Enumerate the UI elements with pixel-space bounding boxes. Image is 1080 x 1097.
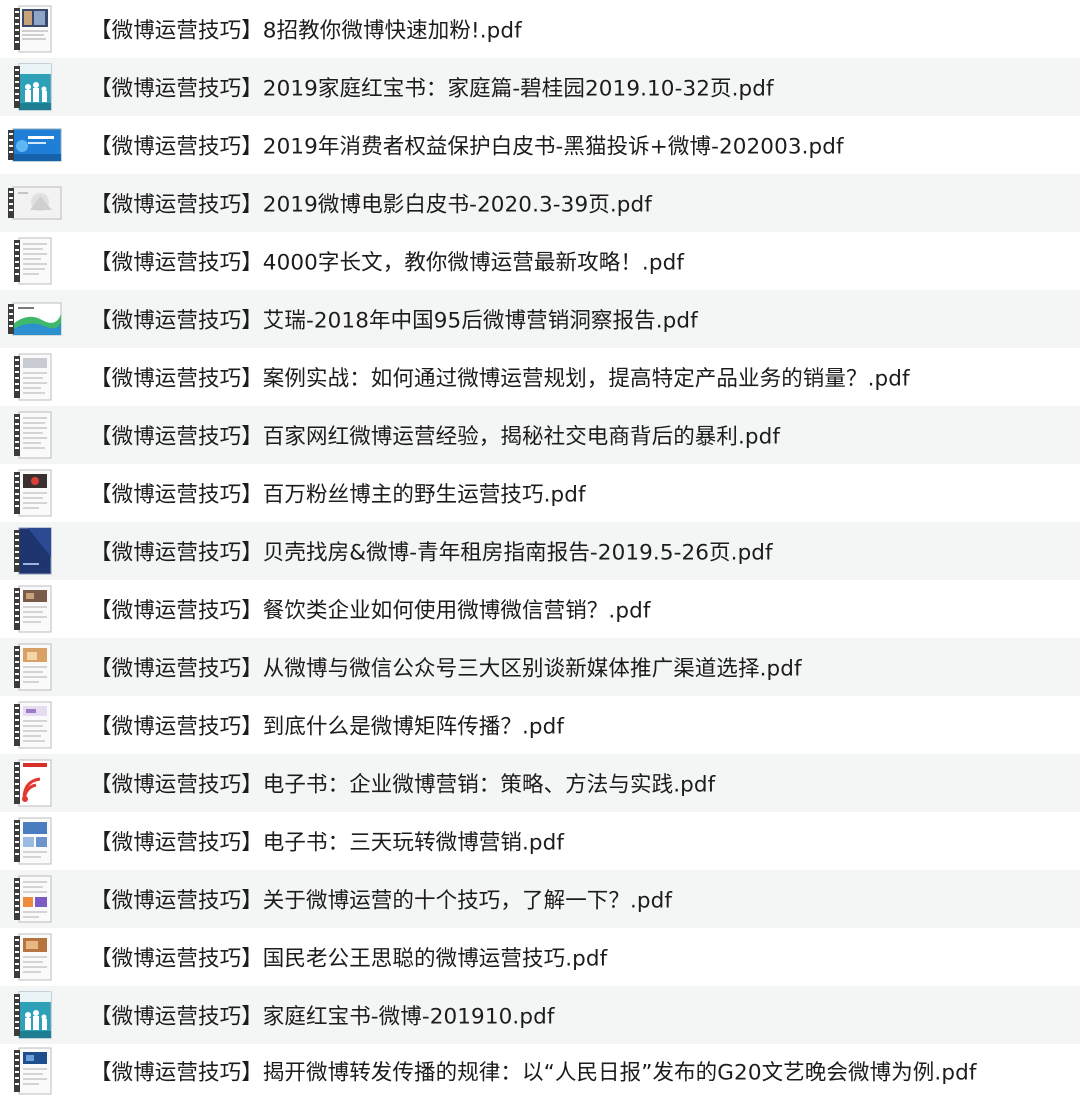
navy-cover-icon [14, 527, 52, 575]
file-row[interactable]: 【微博运营技巧】家庭红宝书-微博-201910.pdf [0, 986, 1080, 1044]
file-name: 【微博运营技巧】艾瑞-2018年中国95后微博营销洞察报告.pdf [90, 308, 698, 334]
file-list: 【微博运营技巧】8招教你微博快速加粉!.pdf 【微博运营技巧】2019家庭红宝… [0, 0, 1080, 1097]
file-name: 【微博运营技巧】电子书：三天玩转微博营销.pdf [90, 830, 565, 856]
file-name: 【微博运营技巧】8招教你微博快速加粉!.pdf [90, 18, 522, 44]
text-document-icon [14, 237, 52, 285]
file-row[interactable]: 【微博运营技巧】餐饮类企业如何使用微博微信营销？.pdf [0, 580, 1080, 638]
file-name: 【微博运营技巧】从微博与微信公众号三大区别谈新媒体推广渠道选择.pdf [90, 656, 802, 682]
file-row[interactable]: 【微博运营技巧】案例实战：如何通过微博运营规划，提高特定产品业务的销量？.pdf [0, 348, 1080, 406]
file-name: 【微博运营技巧】2019微博电影白皮书-2020.3-39页.pdf [90, 192, 652, 218]
file-name: 【微博运营技巧】案例实战：如何通过微博运营规划，提高特定产品业务的销量？.pdf [90, 366, 910, 392]
file-row[interactable]: 【微博运营技巧】百万粉丝博主的野生运营技巧.pdf [0, 464, 1080, 522]
file-name: 【微博运营技巧】关于微博运营的十个技巧，了解一下？.pdf [90, 888, 673, 914]
file-row[interactable]: 【微博运营技巧】关于微博运营的十个技巧，了解一下？.pdf [0, 870, 1080, 928]
text-document-icon [14, 353, 52, 401]
text-document-icon [14, 411, 52, 459]
file-row[interactable]: 【微博运营技巧】百家网红微博运营经验，揭秘社交电商背后的暴利.pdf [0, 406, 1080, 464]
file-name: 【微博运营技巧】贝壳找房&微博-青年租房指南报告-2019.5-26页.pdf [90, 540, 773, 566]
colorful-document-icon [14, 875, 52, 923]
file-name: 【微博运营技巧】百家网红微博运营经验，揭秘社交电商背后的暴利.pdf [90, 424, 781, 450]
file-name: 【微博运营技巧】4000字长文，教你微博运营最新攻略！.pdf [90, 250, 685, 276]
family-cover-icon [14, 63, 52, 111]
portrait-photo-icon [14, 5, 52, 53]
red-photo-document-icon [14, 469, 52, 517]
warm-photo-document-icon [14, 643, 52, 691]
photo-document-icon [14, 585, 52, 633]
purple-document-icon [14, 701, 52, 749]
dark-blue-document-icon [14, 1047, 52, 1095]
file-row[interactable]: 【微博运营技巧】8招教你微博快速加粉!.pdf [0, 0, 1080, 58]
file-row[interactable]: 【微博运营技巧】电子书：企业微博营销：策略、方法与实践.pdf [0, 754, 1080, 812]
file-name: 【微博运营技巧】2019家庭红宝书：家庭篇-碧桂园2019.10-32页.pdf [90, 76, 774, 102]
file-row[interactable]: 【微博运营技巧】贝壳找房&微博-青年租房指南报告-2019.5-26页.pdf [0, 522, 1080, 580]
file-row[interactable]: 【微博运营技巧】国民老公王思聪的微博运营技巧.pdf [0, 928, 1080, 986]
file-name: 【微博运营技巧】国民老公王思聪的微博运营技巧.pdf [90, 946, 608, 972]
green-landscape-icon [8, 302, 62, 336]
file-name: 【微博运营技巧】家庭红宝书-微博-201910.pdf [90, 1004, 555, 1030]
file-row[interactable]: 【微博运营技巧】4000字长文，教你微博运营最新攻略！.pdf [0, 232, 1080, 290]
file-name: 【微博运营技巧】2019年消费者权益保护白皮书-黑猫投诉+微博-202003.p… [90, 134, 844, 160]
file-row[interactable]: 【微博运营技巧】2019年消费者权益保护白皮书-黑猫投诉+微博-202003.p… [0, 116, 1080, 174]
file-name: 【微博运营技巧】百万粉丝博主的野生运营技巧.pdf [90, 482, 586, 508]
grey-landscape-icon [8, 186, 62, 220]
family-cover-icon [14, 991, 52, 1039]
red-cover-icon [14, 759, 52, 807]
file-row[interactable]: 【微博运营技巧】到底什么是微博矩阵传播？.pdf [0, 696, 1080, 754]
file-row[interactable]: 【微博运营技巧】揭开微博转发传播的规律：以“人民日报”发布的G20文艺晚会微博为… [0, 1044, 1080, 1097]
file-row[interactable]: 【微博运营技巧】从微博与微信公众号三大区别谈新媒体推广渠道选择.pdf [0, 638, 1080, 696]
blue-landscape-icon [8, 128, 62, 162]
file-name: 【微博运营技巧】电子书：企业微博营销：策略、方法与实践.pdf [90, 772, 716, 798]
file-name: 【微博运营技巧】揭开微博转发传播的规律：以“人民日报”发布的G20文艺晚会微博为… [90, 1060, 977, 1085]
warm-photo-document-icon [14, 933, 52, 981]
file-name: 【微博运营技巧】餐饮类企业如何使用微博微信营销？.pdf [90, 598, 651, 624]
file-row[interactable]: 【微博运营技巧】电子书：三天玩转微博营销.pdf [0, 812, 1080, 870]
file-row[interactable]: 【微博运营技巧】2019微博电影白皮书-2020.3-39页.pdf [0, 174, 1080, 232]
file-row[interactable]: 【微博运营技巧】艾瑞-2018年中国95后微博营销洞察报告.pdf [0, 290, 1080, 348]
blue-photo-document-icon [14, 817, 52, 865]
file-row[interactable]: 【微博运营技巧】2019家庭红宝书：家庭篇-碧桂园2019.10-32页.pdf [0, 58, 1080, 116]
file-name: 【微博运营技巧】到底什么是微博矩阵传播？.pdf [90, 714, 565, 740]
